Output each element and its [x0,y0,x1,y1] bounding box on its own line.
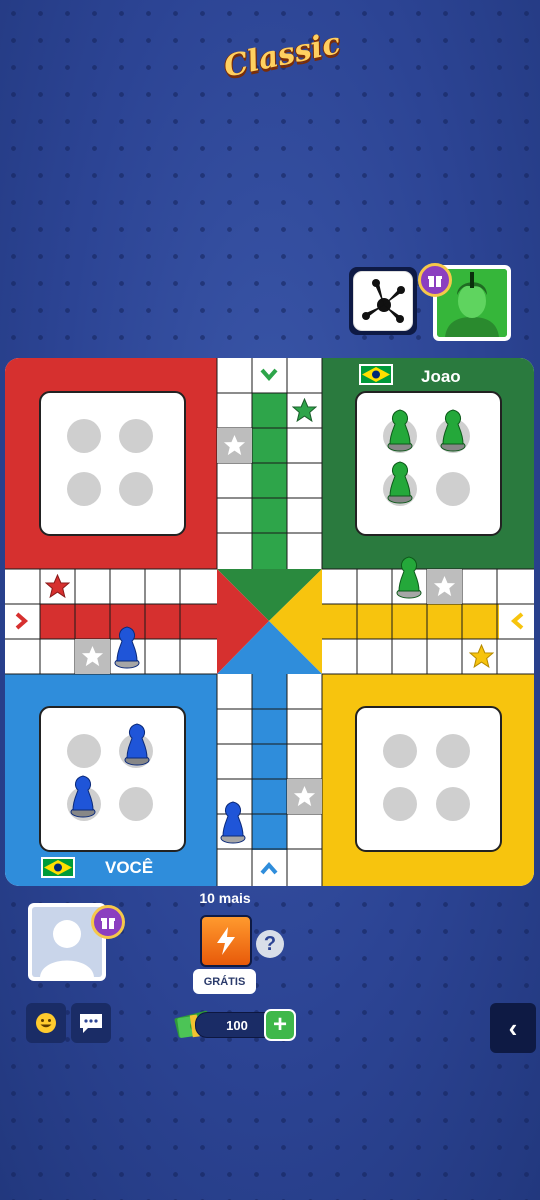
dice-logo-icon [362,279,405,323]
opponent-dice [349,267,417,335]
boost-button[interactable] [200,915,252,967]
bonus-label: 10 mais [199,890,251,906]
smiley-icon [36,1013,56,1033]
free-button[interactable]: GRÁTIS [193,969,256,994]
add-coins-button[interactable]: + [264,1009,296,1041]
opponent-flag-icon [359,364,393,385]
chat-button[interactable] [71,1003,111,1043]
ludo-board [5,358,534,886]
player-gift-icon[interactable] [91,905,125,939]
opponent-name: Joao [421,367,461,386]
blue-home-lane [252,674,287,850]
help-button[interactable]: ? [256,930,284,958]
player-flag-icon [41,857,75,878]
green-home-lane [252,393,287,569]
back-button[interactable]: ‹ [490,1003,536,1053]
lightning-icon [217,927,235,955]
gift-icon[interactable] [418,263,452,297]
chat-icon [80,1014,102,1033]
player-name: VOCÊ [105,858,154,877]
dice-face [353,271,413,331]
emoji-button[interactable] [26,1003,66,1043]
yellow-home-lane [322,604,499,639]
